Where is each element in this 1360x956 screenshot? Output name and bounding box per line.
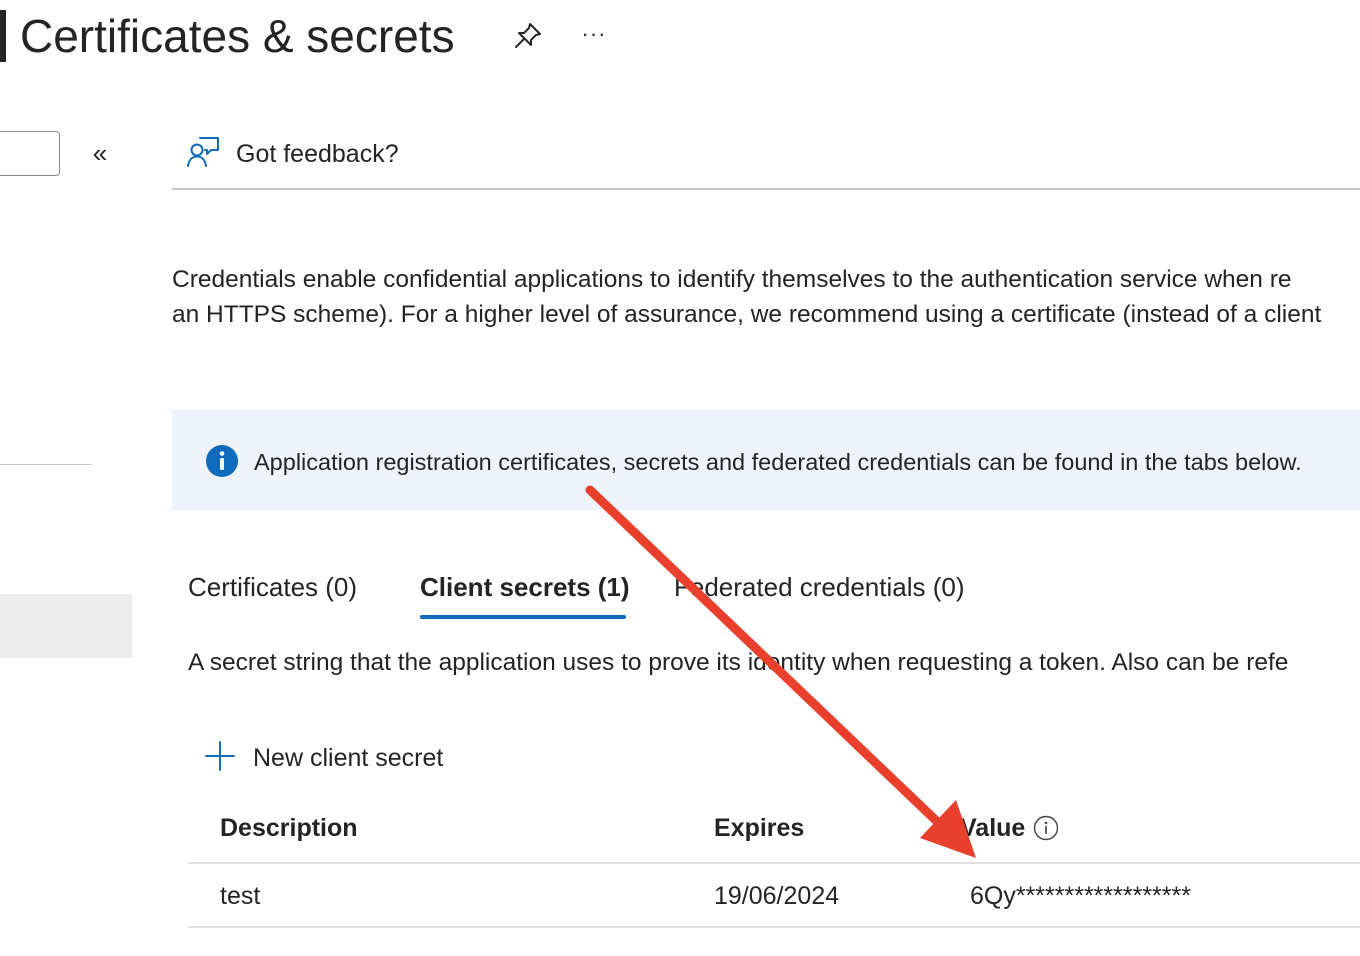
table-row-divider: [188, 926, 1360, 928]
page-description: Credentials enable confidential applicat…: [172, 262, 1360, 332]
client-secrets-description: A secret string that the application use…: [188, 649, 1289, 676]
description-line-1: Credentials enable confidential applicat…: [172, 266, 1292, 293]
plus-icon: [204, 740, 236, 777]
secret-expires-cell: 19/06/2024: [714, 882, 840, 910]
feedback-label: Got feedback?: [236, 139, 399, 168]
column-header-description[interactable]: Description: [220, 810, 358, 846]
column-header-value[interactable]: Value: [960, 810, 1059, 846]
toolbar-divider: [172, 188, 1360, 190]
feedback-person-icon: [186, 135, 220, 174]
feedback-button[interactable]: Got feedback?: [186, 134, 399, 174]
table-header-divider: [188, 862, 1360, 864]
value-info-icon[interactable]: [1033, 815, 1059, 841]
collapse-sidebar-button[interactable]: «: [86, 138, 114, 170]
info-icon: [205, 444, 239, 478]
sidebar-divider: [0, 464, 92, 465]
column-header-expires[interactable]: Expires: [714, 810, 804, 846]
title-accent-bar: [0, 10, 6, 62]
description-line-2: an HTTPS scheme). For a higher level of …: [172, 301, 1322, 328]
more-options-button[interactable]: ···: [578, 18, 610, 50]
secret-value-cell: 6Qy******************: [970, 882, 1191, 910]
new-client-secret-label: New client secret: [253, 743, 444, 772]
tab-federated-credentials[interactable]: Federated credentials (0): [674, 568, 964, 606]
page-title: Certificates & secrets: [20, 10, 455, 62]
column-header-value-label: Value: [960, 814, 1026, 842]
secret-description-cell: test: [220, 882, 261, 910]
pin-icon[interactable]: [512, 20, 544, 52]
tab-client-secrets[interactable]: Client secrets (1): [420, 568, 630, 606]
new-client-secret-button[interactable]: New client secret: [204, 738, 443, 778]
info-banner-text: Application registration certificates, s…: [254, 449, 1302, 475]
sidebar-item-selected[interactable]: [0, 594, 132, 658]
sidebar-search-input[interactable]: [0, 131, 60, 176]
tab-certificates[interactable]: Certificates (0): [188, 568, 357, 606]
selected-tab-indicator: [420, 615, 626, 619]
